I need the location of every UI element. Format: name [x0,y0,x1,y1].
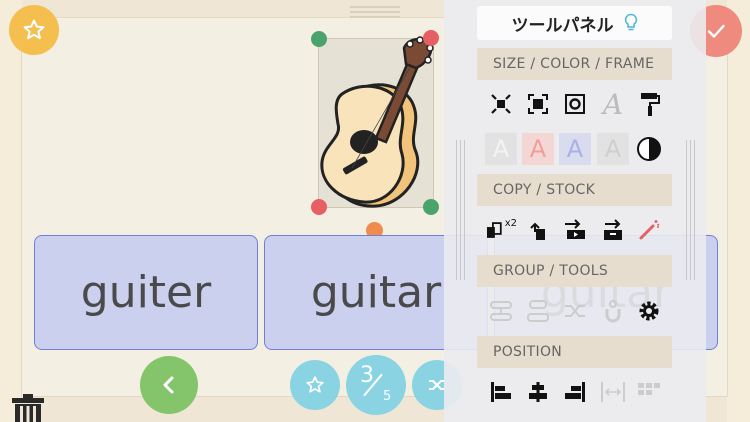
ungroup-button[interactable] [522,295,554,327]
text-style-glyph: A [566,135,584,163]
crop-settings-icon [565,94,585,114]
section-position: POSITION [477,336,672,368]
group-icon [490,301,512,321]
page-indicator: 3 5 [346,355,406,415]
panel-right-grip[interactable] [686,140,695,280]
group-button[interactable] [485,295,517,327]
section-group-tools: GROUP / TOOLS [477,255,672,287]
guitar-image[interactable] [312,34,440,210]
star-filter-button[interactable] [290,360,340,410]
rotate-handle-top-left[interactable] [311,31,327,47]
fill-frame-icon [528,94,548,114]
text-style-button[interactable]: A [522,133,554,165]
section-label: POSITION [493,344,563,360]
fit-frame-icon [491,94,511,114]
position-tools-row [477,370,672,414]
contrast-icon [637,137,661,161]
section-label: GROUP / TOOLS [493,263,609,279]
text-style-row: A A A A [477,127,672,171]
split-button[interactable] [559,295,591,327]
align-left-button[interactable] [485,376,517,408]
align-right-button[interactable] [559,376,591,408]
chevron-left-icon [163,376,174,394]
tool-panel-title: ツールパネル [477,6,672,40]
size-tools-row: A [477,82,672,126]
magnet-button[interactable] [597,295,629,327]
panel-title-text: ツールパネル [511,15,614,36]
favorite-button[interactable] [9,5,59,55]
section-size-color-frame: SIZE / COLOR / FRAME [477,48,672,80]
paint-roller-icon [641,93,660,116]
text-style-button[interactable]: A [559,133,591,165]
paint-roller-button[interactable] [633,88,665,120]
text-style-glyph: A [604,135,622,163]
gear-icon [639,301,659,321]
grid-icon [638,383,660,395]
font-style-button[interactable]: A [597,87,629,121]
text-style-glyph: A [529,135,547,163]
panel-left-grip[interactable] [456,140,465,280]
duplicate-badge: x2 [504,217,517,229]
section-label: SIZE / COLOR / FRAME [493,56,655,72]
stock-play-button[interactable] [559,214,591,246]
align-right-icon [565,382,585,402]
contrast-button[interactable] [633,133,665,165]
grid-button[interactable] [633,376,665,408]
stock-box-icon [604,219,622,240]
text-style-glyph: A [492,135,510,163]
duplicate-icon [486,222,502,238]
settings-button[interactable] [633,295,665,327]
rotate-handle-bottom-right[interactable] [423,199,439,215]
page-total: 5 [383,389,392,404]
align-left-icon [491,382,511,402]
choice-label: guiter [80,267,212,318]
stock-box-button[interactable] [597,214,629,246]
split-icon [565,305,585,317]
copy-tools-row: x2 [477,208,672,252]
text-style-button[interactable]: A [485,133,517,165]
star-icon [306,376,324,393]
fill-frame-button[interactable] [522,88,554,120]
section-label: COPY / STOCK [493,182,596,198]
distribute-icon [601,382,625,402]
magic-wand-icon [639,220,660,240]
choice-card[interactable]: guiter [34,235,258,350]
section-copy-stock: COPY / STOCK [477,174,672,206]
back-button[interactable] [140,356,198,414]
trash-can-icon[interactable] [10,392,46,422]
magnet-icon [605,300,621,323]
stock-play-icon [565,219,585,239]
copy-up-button[interactable] [522,214,554,246]
frame-settings-button[interactable] [559,88,591,120]
checkmark-icon [707,24,725,38]
text-style-button[interactable]: A [597,133,629,165]
magic-wand-button[interactable] [633,214,665,246]
fit-frame-button[interactable] [485,88,517,120]
ungroup-icon [527,300,549,322]
distribute-button[interactable] [597,376,629,408]
font-style-icon: A [602,87,624,121]
resize-handle-top-right[interactable] [423,30,439,46]
choice-label: guitar [310,267,442,318]
star-icon [23,19,45,40]
duplicate-button[interactable]: x2 [485,214,517,246]
drag-handle[interactable] [350,4,400,18]
resize-handle-bottom-left[interactable] [311,199,327,215]
copy-up-icon [530,222,545,240]
lightbulb-icon[interactable] [624,13,638,33]
align-center-icon [529,382,547,402]
group-tools-row [477,289,672,333]
align-center-button[interactable] [522,376,554,408]
